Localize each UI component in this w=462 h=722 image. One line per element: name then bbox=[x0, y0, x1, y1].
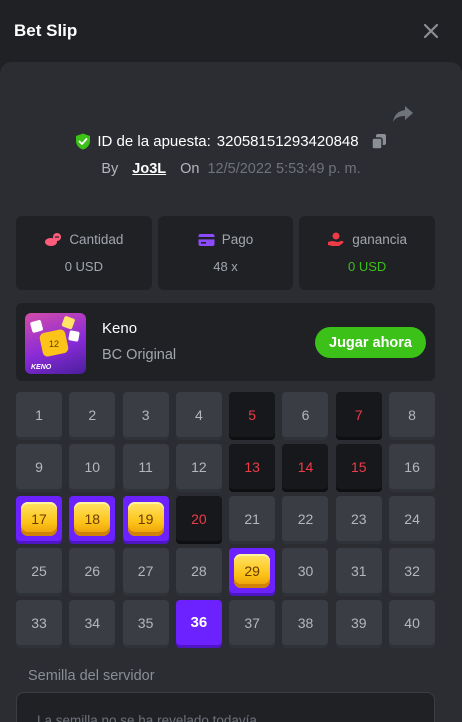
keno-cell-32: 32 bbox=[389, 548, 436, 593]
hand-coin-icon bbox=[328, 232, 344, 246]
keno-cell-3: 3 bbox=[122, 392, 169, 437]
keno-cell-23: 23 bbox=[335, 496, 382, 541]
keno-cell-35: 35 bbox=[122, 600, 169, 645]
keno-cell-9: 9 bbox=[16, 444, 62, 489]
keno-cell-37: 37 bbox=[229, 600, 276, 645]
bet-id-line: ID de la apuesta: 32058151293420848 bbox=[0, 133, 462, 150]
game-card: 12 KENO Keno BC Original Jugar ahora bbox=[16, 303, 435, 381]
keno-cell-31: 31 bbox=[335, 548, 382, 593]
keno-cell-16: 16 bbox=[389, 444, 436, 489]
keno-cell-30: 30 bbox=[282, 548, 329, 593]
keno-cell-25: 25 bbox=[16, 548, 62, 593]
stat-profit-value: 0 USD bbox=[348, 259, 387, 274]
play-now-button[interactable]: Jugar ahora bbox=[315, 327, 426, 358]
bet-stats: Cantidad 0 USD Pago 48 x ganancia 0 USD bbox=[16, 216, 436, 290]
keno-cell-6: 6 bbox=[282, 392, 329, 437]
stat-amount: Cantidad 0 USD bbox=[16, 216, 152, 290]
server-seed-field[interactable]: La semilla no se ha revelado todavía bbox=[16, 692, 435, 722]
keno-cell-5: 5 bbox=[229, 392, 276, 437]
keno-cell-40: 40 bbox=[389, 600, 436, 645]
stat-amount-value: 0 USD bbox=[64, 259, 103, 274]
keno-cell-14: 14 bbox=[282, 444, 329, 489]
keno-logo-icon: 12 KENO bbox=[30, 316, 80, 371]
on-label: On bbox=[180, 161, 200, 177]
keno-cell-11: 11 bbox=[122, 444, 169, 489]
stat-amount-label: Cantidad bbox=[69, 232, 124, 247]
keno-cell-19: 19 bbox=[122, 496, 169, 541]
stat-profit: ganancia 0 USD bbox=[299, 216, 436, 290]
by-label: By bbox=[101, 161, 119, 177]
copy-icon[interactable] bbox=[370, 133, 387, 150]
keno-cell-34: 34 bbox=[69, 600, 116, 645]
coins-icon bbox=[45, 233, 62, 246]
keno-board: 1 2 3 4 5 6 7 8 9 10 11 12 13 14 15 16 17 18 19 20 21 22 23 24 2… bbox=[16, 392, 436, 645]
stat-payout: Pago 48 x bbox=[157, 216, 294, 290]
keno-cell-13: 13 bbox=[229, 444, 276, 489]
keno-cell-2: 2 bbox=[69, 392, 116, 437]
keno-cell-8: 8 bbox=[389, 392, 436, 437]
keno-cell-12: 12 bbox=[175, 444, 222, 489]
keno-cell-22: 22 bbox=[282, 496, 329, 541]
keno-hit-gem: 19 bbox=[127, 501, 164, 536]
keno-cell-29: 29 bbox=[229, 548, 276, 593]
game-provider: BC Original bbox=[102, 347, 177, 363]
close-icon[interactable] bbox=[422, 22, 440, 40]
bet-slip-header: Bet Slip bbox=[0, 0, 462, 62]
keno-hit-gem: 17 bbox=[21, 501, 57, 536]
bet-slip-title: Bet Slip bbox=[14, 21, 78, 40]
stat-payout-value: 48 x bbox=[213, 259, 238, 274]
keno-cell-38: 38 bbox=[282, 600, 329, 645]
keno-cell-21: 21 bbox=[229, 496, 276, 541]
keno-cell-39: 39 bbox=[335, 600, 382, 645]
keno-cell-33: 33 bbox=[16, 600, 62, 645]
keno-cell-18: 18 bbox=[69, 496, 116, 541]
keno-cell-20: 20 bbox=[175, 496, 222, 541]
server-seed-placeholder: La semilla no se ha revelado todavía bbox=[37, 713, 257, 722]
keno-cell-10: 10 bbox=[69, 444, 116, 489]
keno-cell-36: 36 bbox=[175, 600, 222, 645]
stat-profit-label: ganancia bbox=[352, 232, 408, 247]
bet-date: 12/5/2022 5:53:49 p. m. bbox=[207, 161, 361, 177]
keno-cell-27: 27 bbox=[122, 548, 169, 593]
keno-cell-15: 15 bbox=[335, 444, 382, 489]
bet-author-line: By Jo3L On 12/5/2022 5:53:49 p. m. bbox=[0, 161, 462, 177]
bet-id-label: ID de la apuesta: bbox=[97, 133, 211, 150]
game-name: Keno bbox=[102, 320, 138, 337]
keno-thumb-text: KENO bbox=[31, 364, 52, 371]
keno-hit-gem: 29 bbox=[234, 553, 271, 588]
keno-cell-4: 4 bbox=[175, 392, 222, 437]
keno-cell-26: 26 bbox=[69, 548, 116, 593]
shield-check-icon bbox=[76, 133, 91, 150]
keno-cell-28: 28 bbox=[175, 548, 222, 593]
keno-cell-24: 24 bbox=[389, 496, 436, 541]
stat-payout-label: Pago bbox=[221, 232, 254, 247]
card-icon bbox=[198, 233, 215, 246]
keno-hit-gem: 18 bbox=[74, 501, 111, 536]
keno-thumb-number: 12 bbox=[49, 339, 59, 349]
bet-id-value: 32058151293420848 bbox=[216, 133, 359, 150]
server-seed-label: Semilla del servidor bbox=[28, 668, 155, 684]
share-icon[interactable] bbox=[392, 104, 414, 124]
keno-cell-1: 1 bbox=[16, 392, 62, 437]
keno-cell-17: 17 bbox=[16, 496, 62, 541]
keno-cell-7: 7 bbox=[335, 392, 382, 437]
keno-thumbnail[interactable]: 12 KENO bbox=[25, 313, 86, 374]
user-link[interactable]: Jo3L bbox=[132, 161, 166, 177]
